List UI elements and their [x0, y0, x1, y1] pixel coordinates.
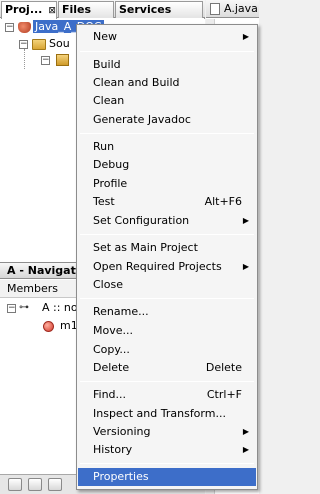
menu-label: Set Configuration: [93, 214, 190, 227]
navigator-class-node[interactable]: A :: no: [42, 300, 78, 316]
menu-label: Delete: [93, 361, 130, 374]
menu-item-inspect-and-transform[interactable]: Inspect and Transform...: [78, 405, 256, 423]
tab-services-label: Services: [119, 3, 172, 16]
collapse-icon[interactable]: −: [7, 304, 16, 313]
menu-shortcut: Alt+F6: [204, 195, 242, 208]
menu-label: Set as Main Project: [93, 241, 198, 254]
submenu-arrow-icon: ▶: [242, 445, 249, 454]
menu-label: Build: [93, 58, 121, 71]
menu-item-rename[interactable]: Rename...: [78, 303, 256, 321]
menu-item-test[interactable]: Test Alt+F6: [78, 193, 256, 211]
tree-guide-line: [24, 49, 25, 69]
menu-item-delete[interactable]: Delete Delete: [78, 359, 256, 377]
menu-item-set-configuration[interactable]: Set Configuration ▶: [78, 212, 256, 230]
submenu-arrow-icon: ▶: [242, 427, 249, 436]
submenu-arrow-icon: ▶: [242, 262, 249, 271]
toolbar-button-icon[interactable]: [28, 478, 42, 491]
editor-tab-label[interactable]: A.java: [224, 2, 258, 15]
menu-label: Properties: [93, 470, 149, 483]
menu-shortcut: Ctrl+F: [206, 388, 242, 401]
menu-item-clean-and-build[interactable]: Clean and Build: [78, 74, 256, 92]
project-context-menu: New ▶ Build Clean and Build Clean Generat…: [76, 24, 258, 490]
menu-label: New: [93, 30, 117, 43]
collapse-icon[interactable]: −: [5, 23, 14, 32]
menu-item-build[interactable]: Build: [78, 56, 256, 74]
menu-label: Test: [93, 195, 115, 208]
menu-label: History: [93, 443, 133, 456]
package-icon: [56, 54, 69, 66]
java-file-icon: [210, 3, 220, 15]
menu-separator: [80, 51, 254, 52]
tab-services[interactable]: Services: [115, 1, 203, 18]
menu-label: Debug: [93, 158, 130, 171]
tab-files-label: Files: [62, 3, 92, 16]
class-node-label: A :: no: [42, 301, 78, 314]
menu-item-properties[interactable]: Properties: [78, 468, 256, 486]
menu-label: Copy...: [93, 343, 130, 356]
submenu-arrow-icon: ▶: [242, 32, 249, 41]
menu-separator: [80, 133, 254, 134]
menu-label: Open Required Projects: [93, 260, 222, 273]
menu-label: Rename...: [93, 305, 149, 318]
menu-label: Versioning: [93, 425, 151, 438]
menu-item-open-required-projects[interactable]: Open Required Projects ▶: [78, 258, 256, 276]
menu-label: Find...: [93, 388, 127, 401]
folder-icon: [32, 39, 46, 50]
menu-item-run[interactable]: Run: [78, 138, 256, 156]
menu-item-generate-javadoc[interactable]: Generate Javadoc: [78, 111, 256, 129]
collapse-icon[interactable]: −: [41, 56, 50, 65]
menu-label: Move...: [93, 324, 133, 337]
menu-item-close[interactable]: Close: [78, 276, 256, 294]
menu-label: Close: [93, 278, 123, 291]
members-label: Members: [7, 282, 58, 295]
toolbar-button-icon[interactable]: [8, 478, 22, 491]
tree-node-sources[interactable]: Sou: [49, 36, 70, 52]
menu-item-new[interactable]: New ▶: [78, 28, 256, 46]
menu-item-debug[interactable]: Debug: [78, 156, 256, 174]
method-icon: [43, 321, 54, 332]
tab-projects[interactable]: Proj... ⊠: [1, 1, 57, 19]
close-icon[interactable]: ⊠: [48, 6, 56, 16]
java-project-icon: [18, 22, 31, 33]
menu-item-find[interactable]: Find... Ctrl+F: [78, 386, 256, 404]
menu-separator: [80, 463, 254, 464]
submenu-arrow-icon: ▶: [242, 216, 249, 225]
menu-label: Inspect and Transform...: [93, 407, 226, 420]
menu-item-move[interactable]: Move...: [78, 322, 256, 340]
collapse-icon[interactable]: −: [19, 40, 28, 49]
menu-label: Profile: [93, 177, 128, 190]
menu-item-profile[interactable]: Profile: [78, 175, 256, 193]
menu-shortcut: Delete: [205, 361, 242, 374]
menu-label: Clean and Build: [93, 76, 180, 89]
toolbar-button-icon[interactable]: [48, 478, 62, 491]
tab-files[interactable]: Files: [58, 1, 114, 18]
menu-item-clean[interactable]: Clean: [78, 92, 256, 110]
editor-tabbar: A.java: [206, 0, 259, 18]
menu-item-set-as-main-project[interactable]: Set as Main Project: [78, 239, 256, 257]
menu-separator: [80, 234, 254, 235]
menu-item-versioning[interactable]: Versioning ▶: [78, 423, 256, 441]
tab-projects-label: Proj...: [5, 3, 43, 16]
menu-separator: [80, 298, 254, 299]
menu-item-history[interactable]: History ▶: [78, 441, 256, 459]
menu-label: Clean: [93, 94, 125, 107]
menu-label: Generate Javadoc: [93, 113, 191, 126]
menu-item-copy[interactable]: Copy...: [78, 341, 256, 359]
menu-separator: [80, 381, 254, 382]
menu-label: Run: [93, 140, 115, 153]
sources-node-label: Sou: [49, 37, 70, 50]
projects-tabbar: Proj... ⊠ Files Services: [0, 0, 205, 19]
class-key-icon: ⊶: [19, 302, 29, 313]
